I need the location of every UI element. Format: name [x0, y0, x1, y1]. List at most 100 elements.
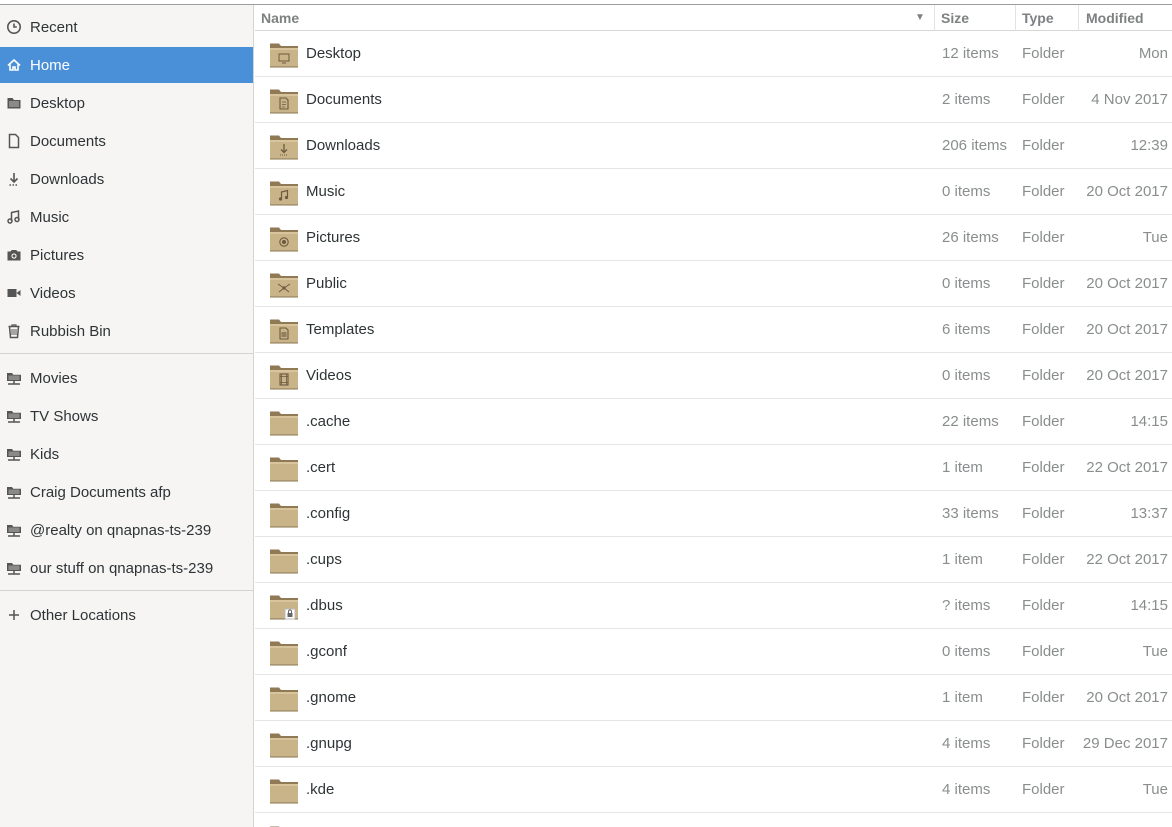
table-row[interactable]: .cups 1 item Folder 22 Oct 2017: [255, 537, 1172, 583]
file-size: 0 items: [942, 643, 991, 660]
file-type: Folder: [1022, 45, 1065, 62]
file-name: .gnupg: [306, 735, 352, 752]
table-row[interactable]: .dbus ? items Folder 14:15: [255, 583, 1172, 629]
file-size: 2 items: [942, 91, 991, 108]
sidebar-item-label: Other Locations: [30, 606, 136, 624]
file-modified: 20 Oct 2017: [1086, 367, 1168, 384]
table-row[interactable]: Pictures 26 items Folder Tue: [255, 215, 1172, 261]
column-header-size[interactable]: Size: [934, 5, 1014, 31]
table-row[interactable]: Downloads 206 items Folder 12:39: [255, 123, 1172, 169]
column-modified-label: Modified: [1086, 10, 1144, 26]
network-share-icon: [6, 446, 22, 462]
sidebar: Recent Home Desktop Documents Downloads Music…: [0, 5, 254, 827]
table-row[interactable]: Documents 2 items Folder 4 Nov 2017: [255, 77, 1172, 123]
table-row[interactable]: Public 0 items Folder 20 Oct 2017: [255, 261, 1172, 307]
column-header-modified[interactable]: Modified: [1078, 5, 1172, 31]
table-row[interactable]: .cert 1 item Folder 22 Oct 2017: [255, 445, 1172, 491]
file-name: Templates: [306, 321, 375, 338]
sidebar-item-tv-shows[interactable]: TV Shows: [0, 398, 253, 434]
download-icon: [6, 171, 22, 187]
file-modified: Mon: [1138, 45, 1168, 62]
sidebar-item-realty-on-qnapnas-ts-239[interactable]: @realty on qnapnas-ts-239: [0, 512, 253, 548]
sidebar-item-label: Pictures: [30, 246, 85, 264]
file-type: Folder: [1022, 367, 1065, 384]
file-name: Downloads: [306, 137, 381, 154]
table-row[interactable]: .config 33 items Folder 13:37: [255, 491, 1172, 537]
folder-icon: [269, 271, 299, 298]
sort-descending-icon: ▼: [915, 12, 925, 23]
folder-icon: [269, 777, 299, 804]
folder-icon: [269, 409, 299, 436]
clock-icon: [6, 19, 22, 35]
file-size: ? items: [942, 597, 991, 614]
folder-icon: [269, 593, 299, 620]
sidebar-item-documents[interactable]: Documents: [0, 123, 253, 159]
folder-icon: [269, 501, 299, 528]
file-size: 1 item: [942, 459, 983, 476]
file-modified: Tue: [1142, 781, 1168, 798]
sidebar-item-label: Downloads: [30, 170, 105, 188]
table-row[interactable]: .gconf 0 items Folder Tue: [255, 629, 1172, 675]
file-name: Desktop: [306, 45, 362, 62]
folder-icon: [269, 455, 299, 482]
sidebar-item-downloads[interactable]: Downloads: [0, 161, 253, 197]
table-row[interactable]: Desktop 12 items Folder Mon: [255, 31, 1172, 77]
table-row[interactable]: Music 0 items Folder 20 Oct 2017: [255, 169, 1172, 215]
file-type: Folder: [1022, 643, 1065, 660]
file-type: Folder: [1022, 229, 1065, 246]
file-type: Folder: [1022, 781, 1065, 798]
folder-icon: [6, 95, 22, 111]
sidebar-item-home[interactable]: Home: [0, 47, 253, 83]
sidebar-item-label: TV Shows: [30, 407, 99, 425]
file-type: Folder: [1022, 597, 1065, 614]
folder-icon: [269, 547, 299, 574]
file-size: 1 item: [942, 689, 983, 706]
file-name: .cert: [306, 459, 336, 476]
file-type: Folder: [1022, 505, 1065, 522]
sidebar-item-videos[interactable]: Videos: [0, 275, 253, 311]
sidebar-item-other-locations[interactable]: Other Locations: [0, 597, 253, 633]
table-row[interactable]: .gnupg 4 items Folder 29 Dec 2017: [255, 721, 1172, 767]
file-name: Public: [306, 275, 347, 292]
folder-icon: [269, 179, 299, 206]
network-share-icon: [6, 484, 22, 500]
sidebar-item-recent[interactable]: Recent: [0, 9, 253, 45]
sidebar-item-rubbish-bin[interactable]: Rubbish Bin: [0, 313, 253, 349]
home-icon: [6, 57, 22, 73]
network-share-icon: [6, 560, 22, 576]
folder-icon: [269, 41, 299, 68]
table-row[interactable]: Templates 6 items Folder 20 Oct 2017: [255, 307, 1172, 353]
sidebar-item-music[interactable]: Music: [0, 199, 253, 235]
file-size: 1 item: [942, 551, 983, 568]
sidebar-item-craig-documents-afp[interactable]: Craig Documents afp: [0, 474, 253, 510]
folder-icon: [269, 317, 299, 344]
column-header-name[interactable]: Name ▼: [261, 5, 933, 31]
file-modified: 14:15: [1130, 597, 1168, 614]
file-name: .cups: [306, 551, 342, 568]
sidebar-item-label: Desktop: [30, 94, 86, 112]
folder-icon: [269, 639, 299, 666]
folder-icon: [269, 225, 299, 252]
table-row-partial[interactable]: [255, 813, 1172, 827]
table-row[interactable]: Videos 0 items Folder 20 Oct 2017: [255, 353, 1172, 399]
sidebar-item-our-stuff-on-qnapnas-ts-239[interactable]: our stuff on qnapnas-ts-239: [0, 550, 253, 586]
column-header-type[interactable]: Type: [1015, 5, 1078, 31]
file-type: Folder: [1022, 275, 1065, 292]
camera-icon: [6, 247, 22, 263]
file-name: .dbus: [306, 597, 343, 614]
table-row[interactable]: .gnome 1 item Folder 20 Oct 2017: [255, 675, 1172, 721]
sidebar-item-label: Videos: [30, 284, 76, 302]
music-icon: [6, 209, 22, 225]
sidebar-item-desktop[interactable]: Desktop: [0, 85, 253, 121]
file-size: 4 items: [942, 735, 991, 752]
file-type: Folder: [1022, 735, 1065, 752]
file-modified: 29 Dec 2017: [1082, 735, 1168, 752]
sidebar-item-pictures[interactable]: Pictures: [0, 237, 253, 273]
sidebar-item-kids[interactable]: Kids: [0, 436, 253, 472]
file-modified: 22 Oct 2017: [1086, 459, 1168, 476]
sidebar-item-label: Craig Documents afp: [30, 483, 171, 501]
folder-icon: [269, 363, 299, 390]
table-row[interactable]: .kde 4 items Folder Tue: [255, 767, 1172, 813]
table-row[interactable]: .cache 22 items Folder 14:15: [255, 399, 1172, 445]
sidebar-item-movies[interactable]: Movies: [0, 360, 253, 396]
